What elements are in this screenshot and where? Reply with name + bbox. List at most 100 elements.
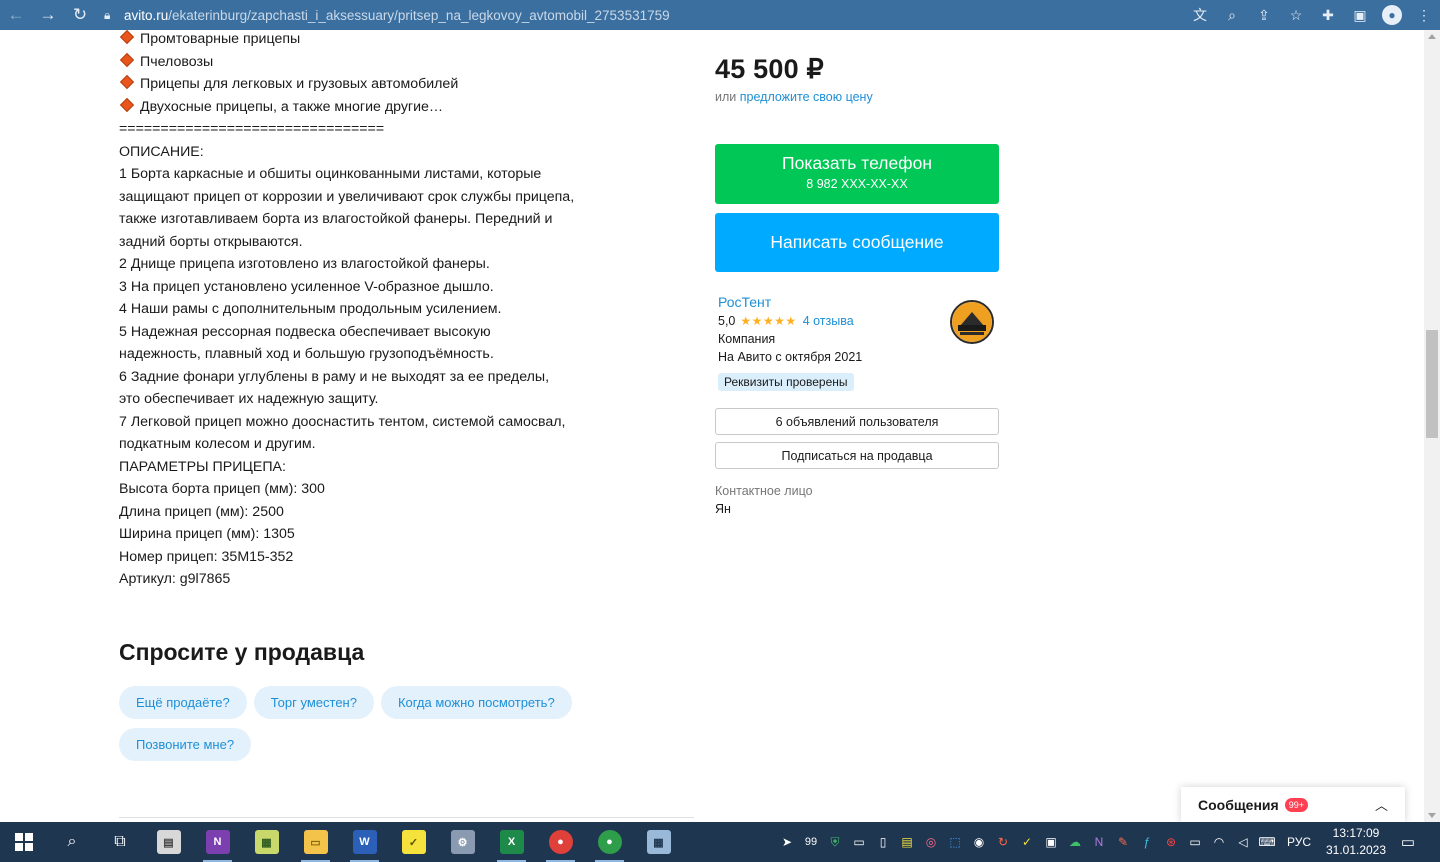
messages-label: Сообщения bbox=[1198, 796, 1279, 813]
taskbar-excel-icon[interactable]: X bbox=[487, 822, 536, 862]
chevron-up-icon[interactable]: ︿ bbox=[1375, 795, 1388, 814]
description-line: Ширина прицеп (мм): 1305 bbox=[119, 526, 295, 542]
taskbar-chrome-icon[interactable]: ● bbox=[536, 822, 585, 862]
description-line: ПАРАМЕТРЫ ПРИЦЕПА: bbox=[119, 458, 286, 475]
description-line: 6 Задние фонари углублены в раму и не вы… bbox=[119, 368, 550, 385]
description-line: также изготавливаем борта из влагостойко… bbox=[119, 211, 553, 227]
clock-date: 31.01.2023 bbox=[1325, 843, 1387, 857]
description-line: 3 На прицеп установлено усиленное V-обра… bbox=[119, 278, 494, 295]
reviews-link[interactable]: 4 отзыва bbox=[803, 314, 854, 328]
chip-bargain[interactable]: Торг уместен? bbox=[253, 686, 374, 719]
forward-arrow-icon[interactable]: → bbox=[32, 0, 64, 30]
windows-taskbar: ⌕ ⧉ ▤ N ▦ ▭ W ✓ ⚙ X ● ● ▦ ➤ 99 ⛨ ▭ ▯ ▤ ◎… bbox=[0, 822, 1440, 862]
check-icon[interactable]: ✓ bbox=[1015, 822, 1039, 862]
translate-icon[interactable]: 文 bbox=[1184, 0, 1216, 30]
onenote-tray-icon[interactable]: N bbox=[1087, 822, 1111, 862]
chip-when-view[interactable]: Когда можно посмотреть? bbox=[380, 686, 572, 719]
antivirus-icon[interactable]: ⊛ bbox=[1159, 822, 1183, 862]
description-line: Артикул: g9l7865 bbox=[119, 571, 231, 587]
page-scrollbar[interactable] bbox=[1424, 30, 1440, 822]
price-offer-line: или предложите свою цену bbox=[715, 90, 873, 104]
scroll-thumb[interactable] bbox=[1426, 330, 1438, 438]
description-line: надежность, плавный ход и большую грузоп… bbox=[119, 346, 494, 362]
diamond-bullet-icon bbox=[119, 30, 135, 45]
taskbar-onenote-icon[interactable]: N bbox=[193, 822, 242, 862]
chip-call-me[interactable]: Позвоните мне? bbox=[119, 728, 252, 761]
fx-icon[interactable]: ƒ bbox=[1135, 822, 1159, 862]
address-bar[interactable]: 🔒︎ avito.ru /ekaterinburg/zapchasti_i_ak… bbox=[104, 2, 670, 28]
volume-icon[interactable]: ◁ bbox=[1231, 822, 1255, 862]
reload-icon[interactable]: ↻ bbox=[64, 0, 96, 30]
cloud-icon[interactable]: ☁ bbox=[1063, 822, 1087, 862]
user-ads-button[interactable]: 6 объявлений пользователя bbox=[715, 408, 999, 435]
language-indicator[interactable]: РУС bbox=[1287, 835, 1311, 849]
side-panel-icon[interactable]: ▣ bbox=[1344, 0, 1376, 30]
profile-avatar-icon[interactable]: ● bbox=[1376, 0, 1408, 30]
messages-widget[interactable]: Сообщения 99+ ︿ bbox=[1181, 787, 1405, 822]
shield-icon[interactable]: ⛨ bbox=[823, 822, 847, 862]
verified-badge: Реквизиты проверены bbox=[718, 373, 854, 391]
notes-icon[interactable]: ▤ bbox=[895, 822, 919, 862]
scroll-up-arrow-icon[interactable] bbox=[1428, 34, 1436, 39]
battery-icon[interactable]: ▭ bbox=[1183, 822, 1207, 862]
browser-toolbar: ← → ↻ 🔒︎ avito.ru /ekaterinburg/zapchast… bbox=[0, 0, 1440, 30]
tray-badge-icon[interactable]: 99 bbox=[799, 822, 823, 862]
target-icon[interactable]: ◎ bbox=[919, 822, 943, 862]
show-phone-button[interactable]: Показать телефон 8 982 XXX-XX-XX bbox=[715, 144, 999, 204]
extensions-icon[interactable]: ✚ bbox=[1312, 0, 1344, 30]
offer-price-link[interactable]: предложите свою цену bbox=[740, 90, 873, 104]
taskbar-spreadsheet-icon[interactable]: ▦ bbox=[242, 822, 291, 862]
url-path: /ekaterinburg/zapchasti_i_aksessuary/pri… bbox=[168, 7, 670, 23]
diamond-bullet-icon bbox=[119, 97, 135, 112]
subscribe-seller-button[interactable]: Подписаться на продавца bbox=[715, 442, 999, 469]
rating-stars-icon: ★★★★★ bbox=[740, 314, 797, 328]
window-icon[interactable]: ▣ bbox=[1039, 822, 1063, 862]
system-clock[interactable]: 13:17:09 31.01.2023 bbox=[1318, 825, 1394, 859]
notification-center-icon[interactable]: ▭ bbox=[1396, 822, 1420, 862]
bookmark-star-icon[interactable]: ☆ bbox=[1280, 0, 1312, 30]
clock-time: 13:17:09 bbox=[1332, 826, 1380, 840]
wifi-icon[interactable]: ◠ bbox=[1207, 822, 1231, 862]
share-icon[interactable]: ⇪ bbox=[1248, 0, 1280, 30]
description-line: 7 Легковой прицеп можно дооснастить тент… bbox=[119, 413, 566, 430]
sync-icon[interactable]: ↻ bbox=[991, 822, 1015, 862]
document-icon[interactable]: ▯ bbox=[871, 822, 895, 862]
taskbar-app-icon[interactable]: ⚙ bbox=[438, 822, 487, 862]
back-arrow-icon[interactable]: ← bbox=[0, 0, 32, 30]
screenshot-icon[interactable]: ⬚ bbox=[943, 822, 967, 862]
seller-rating: 5,0 ★★★★★ 4 отзыва bbox=[718, 314, 854, 328]
description-line: Высота борта прицеп (мм): 300 bbox=[119, 481, 325, 497]
lock-icon: 🔒︎ bbox=[104, 7, 111, 22]
seller-name-link[interactable]: РосТент bbox=[718, 294, 771, 310]
bullet-item: Прицепы для легковых и грузовых автомоби… bbox=[119, 73, 599, 96]
taskbar-notepad-icon[interactable]: ▤ bbox=[144, 822, 193, 862]
menu-kebab-icon[interactable]: ⋮ bbox=[1408, 0, 1440, 30]
search-icon[interactable]: ⌕ bbox=[48, 822, 96, 862]
telegram-icon[interactable]: ➤ bbox=[775, 822, 799, 862]
disc-icon[interactable]: ◉ bbox=[967, 822, 991, 862]
system-tray: ➤ 99 ⛨ ▭ ▯ ▤ ◎ ⬚ ◉ ↻ ✓ ▣ ☁ N ✎ ƒ ⊛ ▭ ◠ ◁… bbox=[775, 822, 1319, 862]
description-line: это обеспечивает их надежную защиту. bbox=[119, 391, 379, 407]
bullet-item: Двухосные прицепы, а также многие другие… bbox=[119, 96, 599, 119]
monitor-icon[interactable]: ▭ bbox=[847, 822, 871, 862]
description-line: подкатным колесом и другим. bbox=[119, 436, 316, 452]
task-view-icon[interactable]: ⧉ bbox=[96, 822, 144, 862]
bullet-item: Промтоварные прицепы bbox=[119, 30, 599, 51]
description-line: 4 Наши рамы с дополнительным продольным … bbox=[119, 301, 502, 317]
taskbar-sticky-notes-icon[interactable]: ✓ bbox=[389, 822, 438, 862]
taskbar-calculator-icon[interactable]: ▦ bbox=[634, 822, 683, 862]
taskbar-word-icon[interactable]: W bbox=[340, 822, 389, 862]
chip-still-selling[interactable]: Ещё продаёте? bbox=[119, 686, 247, 719]
zoom-icon[interactable]: ⌕ bbox=[1216, 0, 1248, 30]
windows-start-icon[interactable] bbox=[0, 822, 48, 862]
taskbar-explorer-icon[interactable]: ▭ bbox=[291, 822, 340, 862]
write-message-button[interactable]: Написать сообщение bbox=[715, 213, 999, 272]
seller-type: Компания bbox=[718, 332, 776, 346]
keyboard-icon[interactable]: ⌨ bbox=[1255, 822, 1279, 862]
tool-icon[interactable]: ✎ bbox=[1111, 822, 1135, 862]
seller-logo-icon bbox=[952, 302, 992, 342]
price: 45 500 ₽ bbox=[715, 54, 824, 84]
seller-logo[interactable] bbox=[950, 300, 994, 344]
taskbar-chrome-profile-icon[interactable]: ● bbox=[585, 822, 634, 862]
scroll-down-arrow-icon[interactable] bbox=[1428, 813, 1436, 818]
